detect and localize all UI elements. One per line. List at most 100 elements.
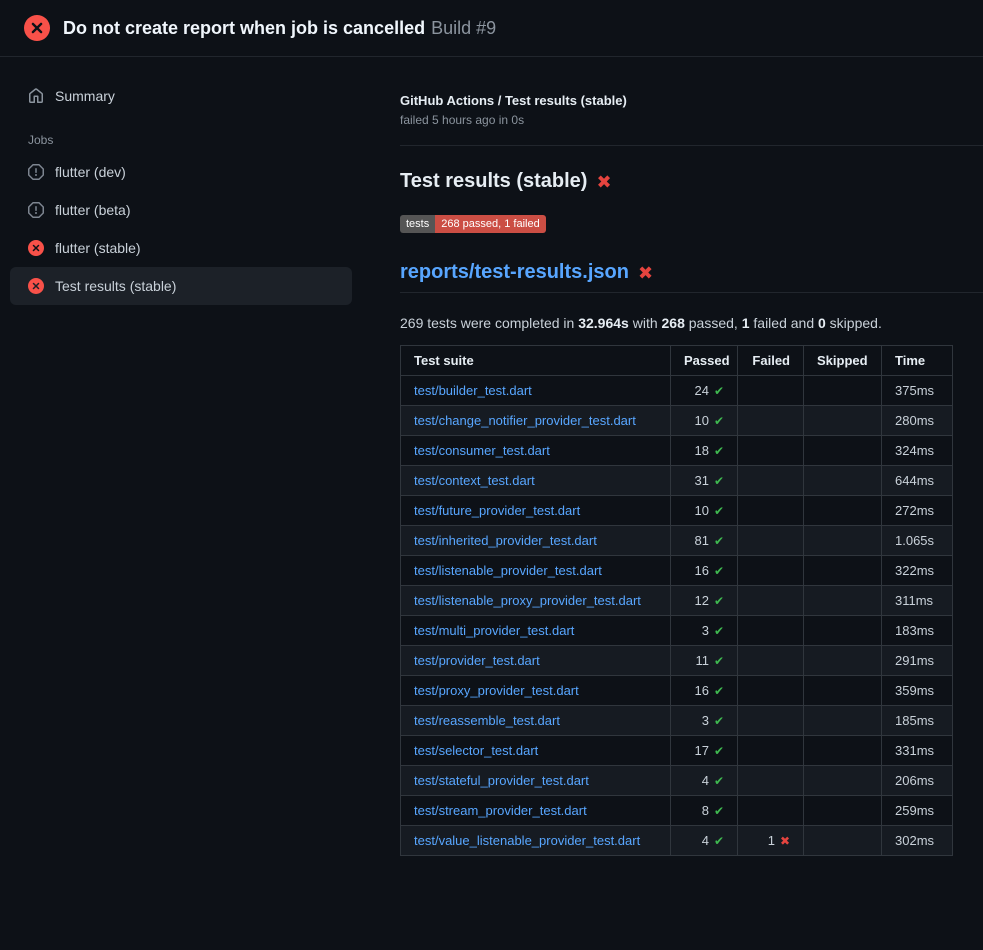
check-icon: ✔	[714, 684, 724, 698]
passed-cell: 3✔	[671, 706, 738, 736]
sidebar-job-label: flutter (dev)	[55, 164, 126, 180]
check-icon: ✔	[714, 834, 724, 848]
test-suite-link[interactable]: test/listenable_provider_test.dart	[414, 563, 602, 578]
failed-cell	[738, 406, 804, 436]
sidebar-item-test-results-stable[interactable]: Test results (stable)	[10, 267, 352, 305]
time-cell: 272ms	[882, 496, 953, 526]
check-icon: ✔	[714, 744, 724, 758]
skipped-cell	[804, 616, 882, 646]
failed-cell	[738, 496, 804, 526]
check-icon: ✔	[714, 474, 724, 488]
time-cell: 311ms	[882, 586, 953, 616]
skipped-cell	[804, 556, 882, 586]
test-suite-link[interactable]: test/value_listenable_provider_test.dart	[414, 833, 640, 848]
skipped-cell	[804, 796, 882, 826]
sidebar-item-summary[interactable]: Summary	[10, 77, 352, 115]
summary-duration: 32.964s	[578, 315, 629, 331]
sidebar-item-flutter-dev[interactable]: flutter (dev)	[10, 153, 352, 191]
passed-cell: 4✔	[671, 826, 738, 856]
test-suite-link[interactable]: test/listenable_proxy_provider_test.dart	[414, 593, 641, 608]
badge-value: 268 passed, 1 failed	[435, 215, 545, 233]
passed-cell: 17✔	[671, 736, 738, 766]
summary-failed-count: 1	[742, 315, 750, 331]
summary-passed-count: 268	[662, 315, 685, 331]
time-cell: 206ms	[882, 766, 953, 796]
check-icon: ✔	[714, 504, 724, 518]
sidebar-item-flutter-beta[interactable]: flutter (beta)	[10, 191, 352, 229]
skipped-cell	[804, 436, 882, 466]
x-circle-icon	[24, 15, 50, 41]
passed-cell: 81✔	[671, 526, 738, 556]
time-cell: 359ms	[882, 676, 953, 706]
sidebar-job-label: flutter (beta)	[55, 202, 130, 218]
column-header-passed: Passed	[671, 346, 738, 376]
test-suite-link[interactable]: test/multi_provider_test.dart	[414, 623, 574, 638]
passed-cell: 24✔	[671, 376, 738, 406]
x-circle-icon	[28, 240, 44, 256]
skipped-cell	[804, 496, 882, 526]
time-cell: 183ms	[882, 616, 953, 646]
time-cell: 375ms	[882, 376, 953, 406]
passed-cell: 11✔	[671, 646, 738, 676]
test-suite-link[interactable]: test/stream_provider_test.dart	[414, 803, 587, 818]
test-suite-link[interactable]: test/consumer_test.dart	[414, 443, 550, 458]
test-suite-link[interactable]: test/change_notifier_provider_test.dart	[414, 413, 636, 428]
check-icon: ✔	[714, 444, 724, 458]
sidebar-item-flutter-stable[interactable]: flutter (stable)	[10, 229, 352, 267]
table-row: test/provider_test.dart11✔291ms	[401, 646, 953, 676]
report-file-link[interactable]: reports/test-results.json	[400, 261, 629, 284]
column-header-test-suite: Test suite	[401, 346, 671, 376]
table-row: test/selector_test.dart17✔331ms	[401, 736, 953, 766]
suite-cell: test/reassemble_test.dart	[401, 706, 671, 736]
passed-cell: 16✔	[671, 556, 738, 586]
table-row: test/inherited_provider_test.dart81✔1.06…	[401, 526, 953, 556]
test-suite-link[interactable]: test/reassemble_test.dart	[414, 713, 560, 728]
skipped-cell	[804, 736, 882, 766]
skipped-cell	[804, 586, 882, 616]
suite-cell: test/stream_provider_test.dart	[401, 796, 671, 826]
summary-segment: skipped.	[826, 315, 882, 331]
check-icon: ✔	[714, 654, 724, 668]
column-header-failed: Failed	[738, 346, 804, 376]
summary-segment: with	[629, 315, 662, 331]
time-cell: 302ms	[882, 826, 953, 856]
failed-cell	[738, 556, 804, 586]
skipped-cell	[804, 826, 882, 856]
test-suite-link[interactable]: test/stateful_provider_test.dart	[414, 773, 589, 788]
cross-mark-icon: ✖	[638, 264, 653, 282]
stop-icon	[28, 202, 44, 218]
test-suite-link[interactable]: test/provider_test.dart	[414, 653, 540, 668]
skipped-cell	[804, 706, 882, 736]
failed-cell	[738, 586, 804, 616]
cross-icon: ✖	[780, 834, 790, 848]
failed-cell	[738, 526, 804, 556]
test-suite-link[interactable]: test/proxy_provider_test.dart	[414, 683, 579, 698]
table-row: test/stateful_provider_test.dart 4✔ 206ms	[401, 766, 953, 796]
failed-cell	[738, 676, 804, 706]
main-content: GitHub Actions / Test results (stable) f…	[376, 57, 983, 856]
check-run-title: Test results (stable) ✖	[400, 170, 983, 193]
test-suite-link[interactable]: test/future_provider_test.dart	[414, 503, 580, 518]
table-row: test/multi_provider_test.dart3✔183ms	[401, 616, 953, 646]
suite-cell: test/consumer_test.dart	[401, 436, 671, 466]
passed-cell: 4✔	[671, 766, 738, 796]
passed-cell: 8✔	[671, 796, 738, 826]
time-cell: 324ms	[882, 436, 953, 466]
layout: Summary Jobs flutter (dev) flutter (beta…	[0, 57, 983, 856]
test-suite-link[interactable]: test/context_test.dart	[414, 473, 535, 488]
time-cell: 185ms	[882, 706, 953, 736]
table-row: test/future_provider_test.dart10✔272ms	[401, 496, 953, 526]
column-header-time: Time	[882, 346, 953, 376]
sidebar-summary-label: Summary	[55, 88, 115, 104]
summary-segment: failed and	[750, 315, 819, 331]
test-suite-link[interactable]: test/builder_test.dart	[414, 383, 532, 398]
table-row: test/listenable_proxy_provider_test.dart…	[401, 586, 953, 616]
test-suite-link[interactable]: test/inherited_provider_test.dart	[414, 533, 597, 548]
check-icon: ✔	[714, 714, 724, 728]
failed-cell	[738, 646, 804, 676]
suite-cell: test/change_notifier_provider_test.dart	[401, 406, 671, 436]
failed-cell	[738, 436, 804, 466]
skipped-cell	[804, 526, 882, 556]
failed-cell	[738, 616, 804, 646]
test-suite-link[interactable]: test/selector_test.dart	[414, 743, 538, 758]
